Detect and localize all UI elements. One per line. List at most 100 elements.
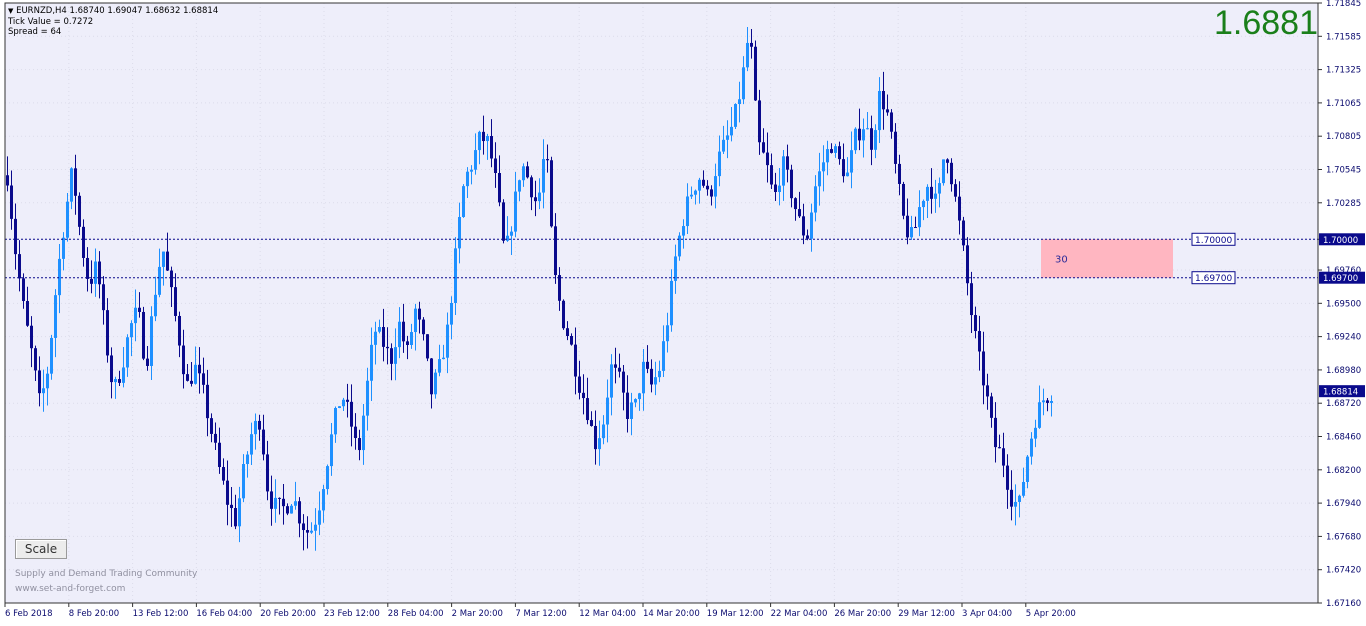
candle-body bbox=[482, 131, 485, 142]
candle-body bbox=[654, 377, 657, 385]
symbol-ohlc: EURNZD,H4 1.68740 1.69047 1.68632 1.6881… bbox=[16, 6, 219, 16]
y-tick-label: 1.67940 bbox=[1326, 499, 1361, 509]
candle-body bbox=[574, 344, 577, 377]
candle-body bbox=[126, 337, 129, 368]
candle-body bbox=[466, 171, 469, 187]
candle-body bbox=[698, 179, 701, 191]
x-tick-label: 14 Mar 20:00 bbox=[643, 609, 700, 619]
candle-body bbox=[334, 407, 337, 435]
candle-body bbox=[986, 385, 989, 397]
candle-body bbox=[726, 135, 729, 140]
candle-body bbox=[642, 361, 645, 394]
candle-body bbox=[662, 341, 665, 371]
candle-body bbox=[602, 424, 605, 439]
x-tick-label: 16 Feb 04:00 bbox=[196, 609, 252, 619]
candle-body bbox=[314, 524, 317, 531]
candle-body bbox=[286, 506, 289, 514]
candle-body bbox=[434, 372, 437, 395]
candle-body bbox=[1022, 481, 1025, 496]
collapse-triangle-icon[interactable]: ▼ bbox=[8, 7, 13, 15]
candle-body bbox=[586, 398, 589, 421]
candle-body bbox=[682, 226, 685, 236]
candle-body bbox=[446, 324, 449, 358]
candle-body bbox=[634, 399, 637, 403]
candle-body bbox=[114, 379, 117, 383]
candle-body bbox=[342, 399, 345, 407]
candle-body bbox=[394, 347, 397, 364]
candle-body bbox=[902, 183, 905, 216]
candle-body bbox=[934, 193, 937, 199]
candle-body bbox=[678, 235, 681, 257]
current-price-label: 1.68814 bbox=[1323, 388, 1358, 398]
y-tick-label: 1.71585 bbox=[1326, 32, 1361, 42]
candle-body bbox=[82, 226, 85, 258]
candle-body bbox=[102, 284, 105, 311]
candle-body bbox=[1006, 465, 1009, 490]
candle-body bbox=[798, 209, 801, 217]
candle-body bbox=[118, 379, 121, 383]
candle-body bbox=[242, 464, 245, 499]
x-tick-label: 3 Apr 04:00 bbox=[962, 609, 1012, 619]
candle-body bbox=[194, 364, 197, 384]
candle-body bbox=[822, 162, 825, 172]
y-tick-label: 1.68460 bbox=[1326, 433, 1361, 443]
candle-body bbox=[658, 370, 661, 378]
candle-body bbox=[954, 184, 957, 197]
candle-body bbox=[462, 186, 465, 217]
candle-body bbox=[1050, 401, 1053, 403]
chart-svg[interactable]: 1.71845 1.71585 1.71325 1.71065 1.70805 1.705… bbox=[0, 0, 1366, 626]
candle-body bbox=[862, 129, 865, 141]
x-tick-label: 20 Feb 20:00 bbox=[260, 609, 316, 619]
candle-body bbox=[438, 359, 441, 373]
candle-body bbox=[270, 491, 273, 509]
candle-body bbox=[518, 180, 521, 192]
candle-body bbox=[146, 358, 149, 366]
candle-body bbox=[1034, 427, 1037, 439]
candle-body bbox=[254, 420, 257, 435]
candle-body bbox=[98, 261, 101, 285]
candle-body bbox=[130, 323, 133, 338]
candle-body bbox=[214, 433, 217, 443]
candle-body bbox=[870, 128, 873, 150]
candle-body bbox=[326, 466, 329, 490]
candle-body bbox=[290, 505, 293, 514]
candle-body bbox=[74, 168, 77, 196]
candle-body bbox=[522, 166, 525, 181]
candle-body bbox=[302, 523, 305, 531]
candle-body bbox=[78, 195, 81, 227]
candle-body bbox=[970, 283, 973, 316]
candle-body bbox=[506, 235, 509, 241]
candle-body bbox=[390, 348, 393, 364]
candle-body bbox=[826, 149, 829, 163]
candle-body bbox=[258, 420, 261, 430]
candle-body bbox=[734, 104, 737, 127]
candle-body bbox=[442, 357, 445, 360]
candle-body bbox=[582, 392, 585, 399]
candle-body bbox=[450, 302, 453, 325]
x-tick-label: 12 Mar 04:00 bbox=[579, 609, 636, 619]
candle-body bbox=[718, 151, 721, 177]
candle-body bbox=[234, 508, 237, 527]
y-tick-label: 1.71845 bbox=[1326, 0, 1361, 9]
candle-body bbox=[310, 530, 313, 533]
candle-body bbox=[306, 530, 309, 533]
candle-body bbox=[494, 158, 497, 173]
candle-body bbox=[230, 504, 233, 509]
x-tick-label: 19 Mar 12:00 bbox=[707, 609, 764, 619]
candle-body bbox=[426, 334, 429, 359]
candle-body bbox=[354, 426, 357, 439]
candle-body bbox=[546, 159, 549, 161]
candle-body bbox=[974, 315, 977, 332]
candle-body bbox=[878, 90, 881, 131]
candle-body bbox=[198, 364, 201, 374]
candle-body bbox=[770, 165, 773, 185]
candle-body bbox=[858, 128, 861, 141]
candle-body bbox=[110, 355, 113, 383]
candle-body bbox=[266, 454, 269, 492]
scale-button[interactable]: Scale bbox=[15, 539, 67, 559]
price-chart[interactable]: 1.71845 1.71585 1.71325 1.71065 1.70805 1.705… bbox=[0, 0, 1366, 626]
candle-body bbox=[894, 131, 897, 164]
candle-body bbox=[350, 401, 353, 427]
candle-body bbox=[206, 384, 209, 419]
candle-body bbox=[830, 149, 833, 153]
